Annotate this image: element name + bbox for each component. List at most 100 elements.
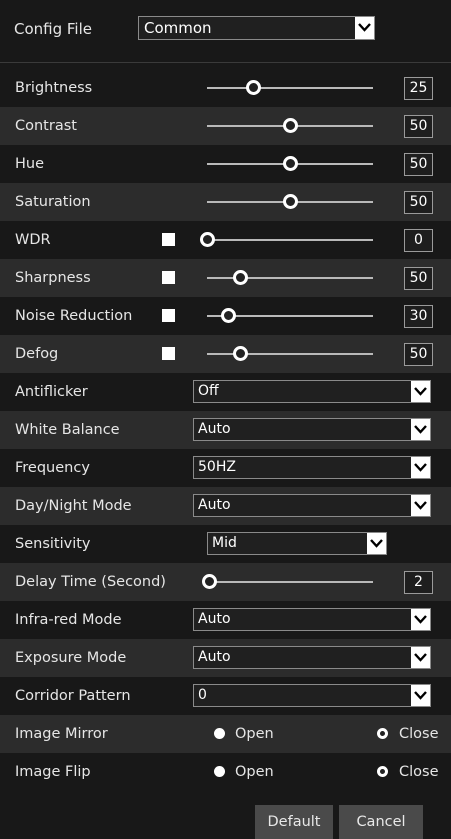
delay-time-slider-thumb[interactable] [201,574,217,589]
cancel-button[interactable]: Cancel [339,805,423,839]
contrast-value[interactable]: 50 [404,115,433,138]
image-settings-panel: Config File Common Brightness 25 Contras… [0,0,451,839]
defog-row: Defog 50 [0,335,451,373]
sensitivity-select[interactable]: Mid [207,532,387,555]
saturation-value[interactable]: 50 [404,191,433,214]
corridor-pattern-value: 0 [198,687,207,703]
infra-red-mode-row: Infra-red Mode Auto [0,601,451,639]
chevron-down-icon[interactable] [411,647,430,668]
chevron-down-icon[interactable] [411,609,430,630]
corridor-pattern-select[interactable]: 0 [193,684,431,707]
image-mirror-row: Image Mirror Open Close [0,715,451,753]
frequency-value: 50HZ [198,459,236,475]
contrast-label: Contrast [15,118,77,134]
chevron-down-icon[interactable] [411,685,430,706]
hue-value[interactable]: 50 [404,153,433,176]
sharpness-value[interactable]: 50 [404,267,433,290]
noise-reduction-slider-thumb[interactable] [221,308,237,323]
infra-red-mode-label: Infra-red Mode [15,612,122,628]
day-night-mode-value: Auto [198,497,231,513]
contrast-slider-thumb[interactable] [282,118,298,133]
brightness-slider-track[interactable] [207,87,373,89]
image-mirror-open-label[interactable]: Open [235,715,274,753]
sensitivity-label: Sensitivity [15,536,91,552]
exposure-mode-label: Exposure Mode [15,650,127,666]
image-flip-row: Image Flip Open Close [0,753,451,791]
exposure-mode-row: Exposure Mode Auto [0,639,451,677]
image-flip-open-label[interactable]: Open [235,753,274,791]
frequency-select[interactable]: 50HZ [193,456,431,479]
saturation-label: Saturation [15,194,91,210]
infra-red-mode-select[interactable]: Auto [193,608,431,631]
image-flip-close-label[interactable]: Close [399,753,439,791]
white-balance-row: White Balance Auto [0,411,451,449]
saturation-slider-thumb[interactable] [282,194,298,209]
config-file-label: Config File [14,20,92,38]
sharpness-checkbox[interactable] [162,271,175,284]
image-mirror-close-label[interactable]: Close [399,715,439,753]
defog-checkbox[interactable] [162,347,175,360]
image-flip-label: Image Flip [15,764,91,780]
chevron-down-icon[interactable] [411,419,430,440]
defog-slider-track[interactable] [207,353,373,355]
image-mirror-label: Image Mirror [15,726,108,742]
corridor-pattern-label: Corridor Pattern [15,688,131,704]
hue-label: Hue [15,156,45,172]
noise-reduction-checkbox[interactable] [162,309,175,322]
wdr-slider-track[interactable] [207,239,373,241]
day-night-mode-select[interactable]: Auto [193,494,431,517]
brightness-value[interactable]: 25 [404,77,433,100]
sharpness-row: Sharpness 50 [0,259,451,297]
sharpness-slider-track[interactable] [207,277,373,279]
exposure-mode-value: Auto [198,649,231,665]
white-balance-select[interactable]: Auto [193,418,431,441]
antiflicker-value: Off [198,383,219,399]
config-file-select[interactable]: Common [138,16,375,40]
corridor-pattern-row: Corridor Pattern 0 [0,677,451,715]
image-flip-open-radio[interactable] [214,766,225,777]
white-balance-label: White Balance [15,422,120,438]
default-button[interactable]: Default [255,805,333,839]
white-balance-value: Auto [198,421,231,437]
chevron-down-icon[interactable] [411,495,430,516]
chevron-down-icon[interactable] [411,381,430,402]
hue-row: Hue 50 [0,145,451,183]
noise-reduction-row: Noise Reduction 30 [0,297,451,335]
image-mirror-open-radio[interactable] [214,728,225,739]
brightness-slider-thumb[interactable] [245,80,261,95]
delay-time-value[interactable]: 2 [404,571,433,594]
sharpness-label: Sharpness [15,270,91,286]
antiflicker-row: Antiflicker Off [0,373,451,411]
defog-slider-thumb[interactable] [232,346,248,361]
sharpness-slider-thumb[interactable] [232,270,248,285]
delay-time-row: Delay Time (Second) 2 [0,563,451,601]
frequency-row: Frequency 50HZ [0,449,451,487]
contrast-row: Contrast 50 [0,107,451,145]
infra-red-mode-value: Auto [198,611,231,627]
antiflicker-label: Antiflicker [15,384,88,400]
frequency-label: Frequency [15,460,90,476]
wdr-value[interactable]: 0 [404,229,433,252]
chevron-down-icon[interactable] [355,17,374,39]
day-night-mode-label: Day/Night Mode [15,498,132,514]
delay-time-slider-track[interactable] [207,581,373,583]
chevron-down-icon[interactable] [411,457,430,478]
defog-label: Defog [15,346,59,362]
chevron-down-icon[interactable] [367,533,386,554]
day-night-mode-row: Day/Night Mode Auto [0,487,451,525]
sensitivity-row: Sensitivity Mid [0,525,451,563]
antiflicker-select[interactable]: Off [193,380,431,403]
noise-reduction-value[interactable]: 30 [404,305,433,328]
wdr-label: WDR [15,232,51,248]
delay-time-label: Delay Time (Second) [15,574,166,590]
exposure-mode-select[interactable]: Auto [193,646,431,669]
config-file-row: Config File Common [0,0,451,61]
wdr-slider-thumb[interactable] [199,232,215,247]
defog-value[interactable]: 50 [404,343,433,366]
wdr-checkbox[interactable] [162,233,175,246]
saturation-row: Saturation 50 [0,183,451,221]
image-flip-close-radio[interactable] [377,766,388,777]
noise-reduction-label: Noise Reduction [15,308,133,324]
image-mirror-close-radio[interactable] [377,728,388,739]
hue-slider-thumb[interactable] [282,156,298,171]
